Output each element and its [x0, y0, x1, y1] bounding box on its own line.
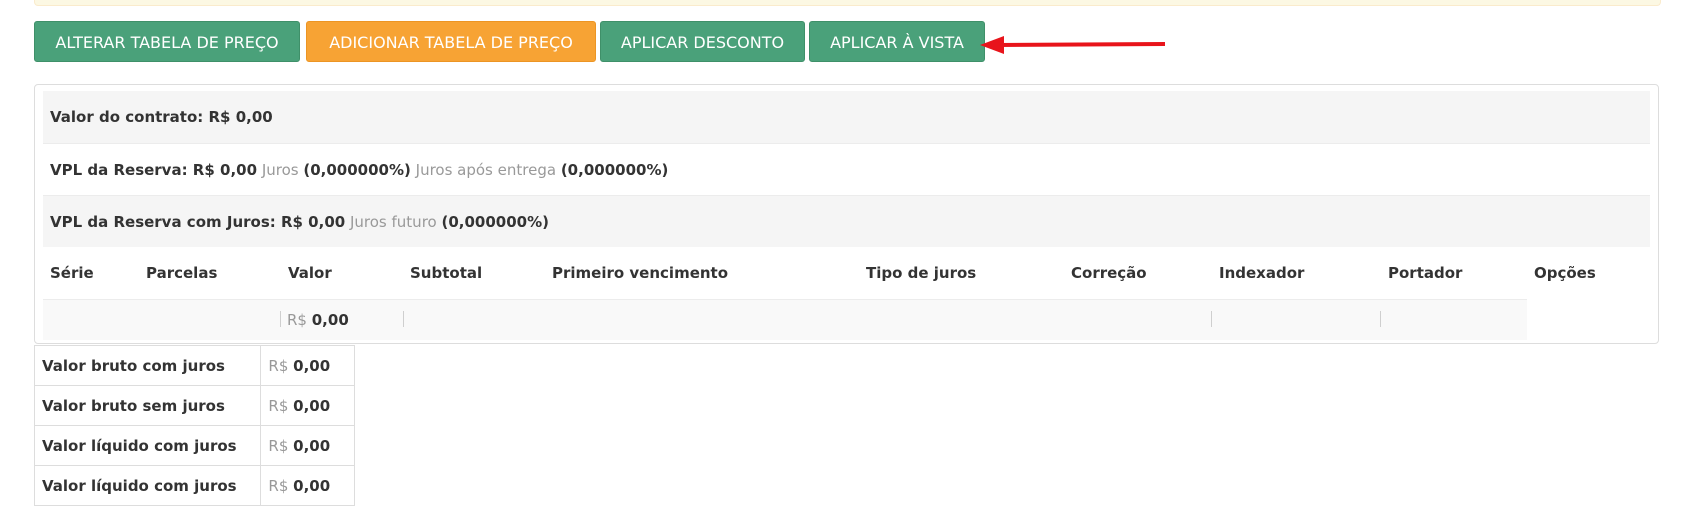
valor-amount: 0,00 [311, 311, 349, 329]
table-row: Valor líquido com juros R$ 0,00 [33, 425, 355, 466]
currency-symbol: R$ [268, 396, 289, 415]
col-serie: Série [50, 264, 94, 282]
col-primeiro-vencimento: Primeiro vencimento [552, 264, 729, 282]
col-subtotal: Subtotal [410, 264, 483, 282]
aplicar-a-vista-button[interactable]: APLICAR À VISTA [809, 21, 985, 62]
totals-label: Valor bruto com juros [33, 345, 262, 386]
col-portador: Portador [1388, 264, 1463, 282]
vpl-com-juros-row: VPL da Reserva com Juros: R$ 0,00 Juros … [43, 195, 1650, 247]
totals-label: Valor líquido com juros [33, 465, 262, 506]
totals-amount: 0,00 [293, 476, 331, 495]
cell-divider [403, 311, 404, 327]
adicionar-tabela-preco-button[interactable]: ADICIONAR TABELA DE PREÇO [306, 21, 596, 62]
totals-value-cell: R$ 0,00 [260, 345, 355, 386]
col-indexador: Indexador [1219, 264, 1305, 282]
juros-futuro-label: Juros futuro [349, 213, 437, 231]
cell-divider [280, 311, 281, 327]
vpl-com-juros-text: VPL da Reserva com Juros: R$ 0,00 [50, 213, 346, 231]
juros-apos-entrega-label: Juros após entrega [415, 161, 557, 179]
currency-symbol: R$ [268, 476, 289, 495]
contract-value-row: Valor do contrato: R$ 0,00 [43, 91, 1650, 143]
price-table-panel: Valor do contrato: R$ 0,00 VPL da Reserv… [34, 84, 1659, 344]
totals-table: Valor bruto com juros R$ 0,00 Valor brut… [33, 345, 355, 506]
juros-label: Juros [261, 161, 299, 179]
juros-futuro-value: (0,000000%) [441, 213, 549, 231]
totals-amount: 0,00 [293, 436, 331, 455]
red-arrow-annotation [980, 36, 1165, 54]
totals-value-cell: R$ 0,00 [260, 465, 355, 506]
totals-value-cell: R$ 0,00 [260, 425, 355, 466]
col-parcelas: Parcelas [146, 264, 218, 282]
col-correcao: Correção [1071, 264, 1147, 282]
vpl-reserva-row: VPL da Reserva: R$ 0,00 Juros (0,000000%… [43, 143, 1650, 195]
juros-value: (0,000000%) [303, 161, 411, 179]
col-opcoes: Opções [1534, 264, 1596, 282]
installments-table-header: Série Parcelas Valor Subtotal Primeiro v… [43, 247, 1650, 299]
currency-symbol: R$ [287, 311, 307, 329]
table-row: Valor bruto sem juros R$ 0,00 [33, 385, 355, 426]
currency-symbol: R$ [268, 356, 289, 375]
vpl-reserva-text: VPL da Reserva: R$ 0,00 [50, 161, 258, 179]
col-valor: Valor [288, 264, 332, 282]
aplicar-desconto-button[interactable]: APLICAR DESCONTO [600, 21, 805, 62]
totals-label: Valor bruto sem juros [33, 385, 262, 426]
table-row: Valor líquido com juros R$ 0,00 [33, 465, 355, 506]
col-tipo-de-juros: Tipo de juros [866, 264, 977, 282]
valor-cell: R$ 0,00 [287, 300, 349, 340]
totals-amount: 0,00 [293, 356, 331, 375]
alert-banner [34, 0, 1661, 6]
table-row: Valor bruto com juros R$ 0,00 [33, 345, 355, 386]
juros-apos-entrega-value: (0,000000%) [560, 161, 669, 179]
cell-divider [1380, 311, 1381, 327]
totals-value-cell: R$ 0,00 [260, 385, 355, 426]
contract-value-text: Valor do contrato: R$ 0,00 [50, 108, 273, 126]
totals-amount: 0,00 [293, 396, 331, 415]
alterar-tabela-preco-button[interactable]: ALTERAR TABELA DE PREÇO [34, 21, 300, 62]
cell-divider [1211, 311, 1212, 327]
table-row: R$ 0,00 [43, 299, 1527, 340]
totals-label: Valor líquido com juros [33, 425, 262, 466]
currency-symbol: R$ [268, 436, 289, 455]
